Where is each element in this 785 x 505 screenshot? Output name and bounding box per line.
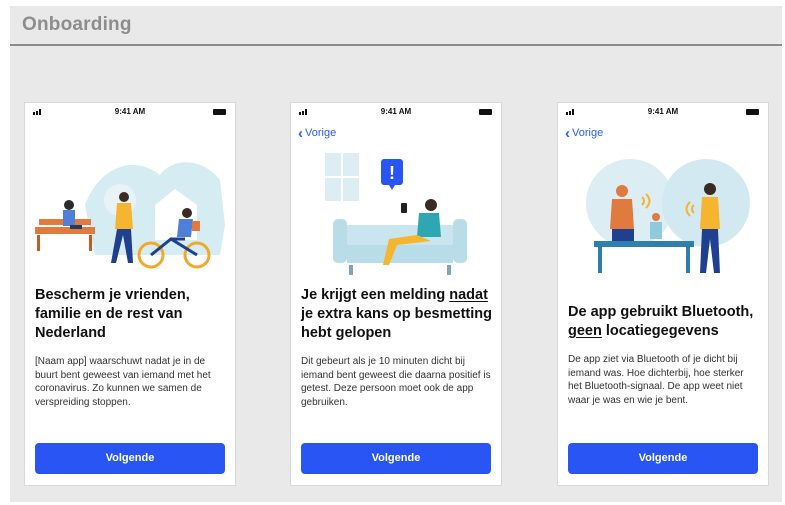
screen-title: Je krijgt een melding nadat je extra kan… (301, 286, 493, 343)
screen-description: De app ziet via Bluetooth of je dicht bi… (568, 354, 744, 406)
back-label: Vorige (572, 127, 604, 139)
battery-icon (746, 109, 759, 115)
battery-icon (213, 109, 226, 115)
status-time: 9:41 AM (647, 107, 679, 116)
people-in-park-illustration (35, 162, 225, 269)
status-time: 9:41 AM (114, 107, 146, 116)
back-button[interactable]: ‹ Vorige (298, 124, 337, 142)
svg-text:!: ! (389, 163, 395, 183)
title-text: Bescherm je vrienden, familie en de rest… (35, 287, 190, 341)
next-button[interactable]: Volgende (35, 443, 225, 474)
back-button[interactable]: ‹ Vorige (565, 124, 604, 142)
board-title: Onboarding (22, 14, 132, 35)
next-button[interactable]: Volgende (301, 443, 491, 474)
title-emphasis: nadat (449, 287, 488, 303)
phone-screen-1: 9:41 AM Bescherm je vrienden, familie en (24, 102, 236, 486)
title-text-end: locatiegegevens (601, 323, 719, 339)
battery-icon (479, 109, 492, 115)
title-text: De app gebruikt Bluetooth, (568, 304, 754, 320)
status-bar: 9:41 AM (291, 106, 501, 118)
phone-screen-3: 9:41 AM ‹ Vorige De app gebruikt Bluetoo… (557, 102, 769, 486)
person-on-couch-notification-illustration: ! (325, 153, 467, 275)
bluetooth-people-illustration (586, 159, 750, 273)
screen-title: Bescherm je vrienden, familie en de rest… (35, 286, 227, 343)
back-label: Vorige (305, 127, 337, 139)
title-text: Je krijgt een melding (301, 287, 450, 303)
next-button[interactable]: Volgende (568, 443, 758, 474)
status-time: 9:41 AM (380, 107, 412, 116)
chevron-left-icon: ‹ (298, 124, 303, 142)
phone-screen-2: 9:41 AM ‹ Vorige ! Je krijgt een melding (290, 102, 502, 486)
title-emphasis: geen (568, 323, 602, 339)
screen-description: [Naam app] waarschuwt nadat je in de buu… (35, 356, 211, 408)
screen-description: Dit gebeurt als je 10 minuten dicht bij … (301, 356, 491, 408)
title-text-end: je extra kans op besmetting hebt gelopen (301, 306, 492, 341)
status-bar: 9:41 AM (558, 106, 768, 118)
board-divider (10, 44, 782, 46)
chevron-left-icon: ‹ (565, 124, 570, 142)
status-bar: 9:41 AM (25, 106, 235, 118)
screen-title: De app gebruikt Bluetooth, geen locatieg… (568, 303, 760, 341)
onboarding-board: Onboarding 9:41 AM Bescherm je vrienden,… (10, 6, 782, 502)
